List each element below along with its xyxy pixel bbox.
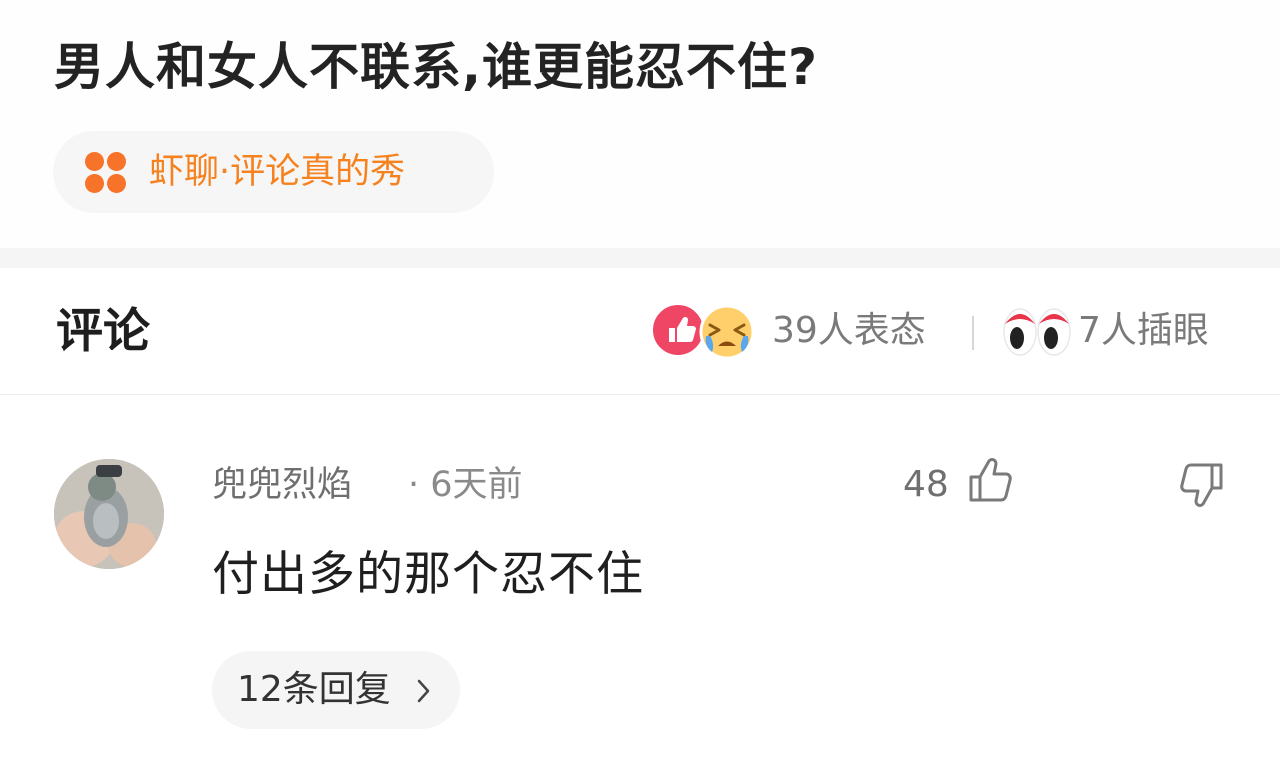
chevron-right-icon <box>417 679 431 703</box>
comment-author[interactable]: 兜兜烈焰 <box>212 463 352 507</box>
replies-label: 12条回复 <box>237 669 391 710</box>
reactions-divider <box>972 316 974 350</box>
avatar[interactable] <box>54 459 164 569</box>
comment-time: · 6天前 <box>408 465 523 505</box>
thumbs-up-icon[interactable] <box>966 455 1016 505</box>
reaction-count: 39人表态 <box>772 310 926 351</box>
replies-button[interactable]: 12条回复 <box>212 651 460 729</box>
topic-label: 虾聊·评论真的秀 <box>149 152 406 192</box>
comment-like-count: 48 <box>903 464 949 505</box>
question-title: 男人和女人不联系,谁更能忍不住? <box>54 38 818 96</box>
section-divider <box>0 248 1280 268</box>
comment-page: 男人和女人不联系,谁更能忍不住? 虾聊·评论真的秀 评论 39人表态 7人插眼 … <box>0 0 1280 776</box>
watch-count: 7人插眼 <box>1078 310 1209 351</box>
eyes-icon <box>1002 306 1072 358</box>
comments-heading: 评论 <box>56 304 150 359</box>
topic-chip[interactable]: 虾聊·评论真的秀 <box>53 131 494 213</box>
comment-item: 兜兜烈焰 · 6天前 48 付出多的那个忍不住 12条回复 <box>0 395 1280 776</box>
thumbs-down-icon[interactable] <box>1176 461 1226 511</box>
crying-face-icon <box>698 304 756 360</box>
comment-body: 付出多的那个忍不住 <box>212 547 644 602</box>
four-dots-icon <box>85 152 127 194</box>
comments-header: 评论 39人表态 7人插眼 <box>0 268 1280 395</box>
question-header: 男人和女人不联系,谁更能忍不住? 虾聊·评论真的秀 <box>0 0 1280 248</box>
